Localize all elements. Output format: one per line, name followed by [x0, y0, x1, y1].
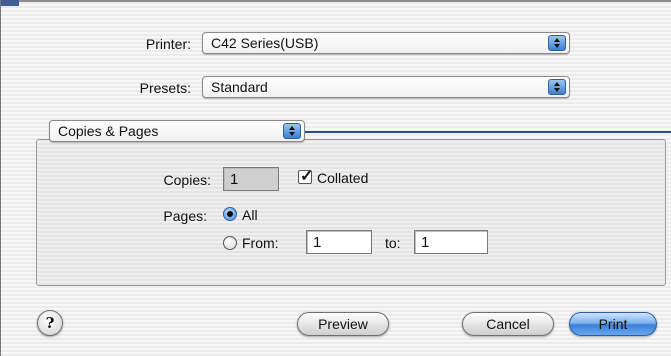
- presets-value: Standard: [211, 79, 268, 95]
- printer-label: Printer:: [145, 36, 191, 52]
- pages-from-radio[interactable]: [223, 236, 237, 250]
- presets-popup[interactable]: Standard: [202, 76, 570, 98]
- panel-value: Copies & Pages: [58, 123, 159, 139]
- printer-popup[interactable]: C42 Series(USB): [202, 32, 570, 54]
- sheet-top-edge: [1, 0, 671, 6]
- print-button[interactable]: Print: [569, 312, 657, 336]
- popup-arrows-icon: [283, 123, 301, 139]
- collated-checkbox[interactable]: ✓: [298, 168, 313, 185]
- popup-arrows-icon: [548, 35, 566, 51]
- help-button[interactable]: ?: [37, 310, 63, 336]
- cancel-button[interactable]: Cancel: [462, 312, 554, 336]
- pages-label: Pages:: [163, 208, 207, 224]
- presets-label: Presets:: [139, 80, 191, 96]
- pages-from-field[interactable]: 1: [306, 230, 372, 254]
- pages-to-label: to:: [385, 235, 401, 251]
- copies-field[interactable]: 1: [223, 167, 279, 191]
- copies-label: Copies:: [163, 172, 211, 188]
- pages-to-field[interactable]: 1: [414, 230, 488, 254]
- checkmark-icon: ✓: [300, 168, 314, 185]
- popup-arrows-icon: [548, 79, 566, 95]
- pages-from-label: From:: [242, 235, 279, 251]
- pages-all-label: All: [242, 207, 258, 223]
- pages-all-radio[interactable]: [223, 207, 237, 221]
- printer-value: C42 Series(USB): [211, 35, 319, 51]
- print-dialog: Printer: C42 Series(USB) Presets: Standa…: [0, 0, 671, 356]
- panel-divider: [305, 131, 671, 133]
- panel-popup[interactable]: Copies & Pages: [49, 120, 305, 142]
- preview-button[interactable]: Preview: [297, 312, 389, 336]
- collated-label: Collated: [317, 170, 369, 186]
